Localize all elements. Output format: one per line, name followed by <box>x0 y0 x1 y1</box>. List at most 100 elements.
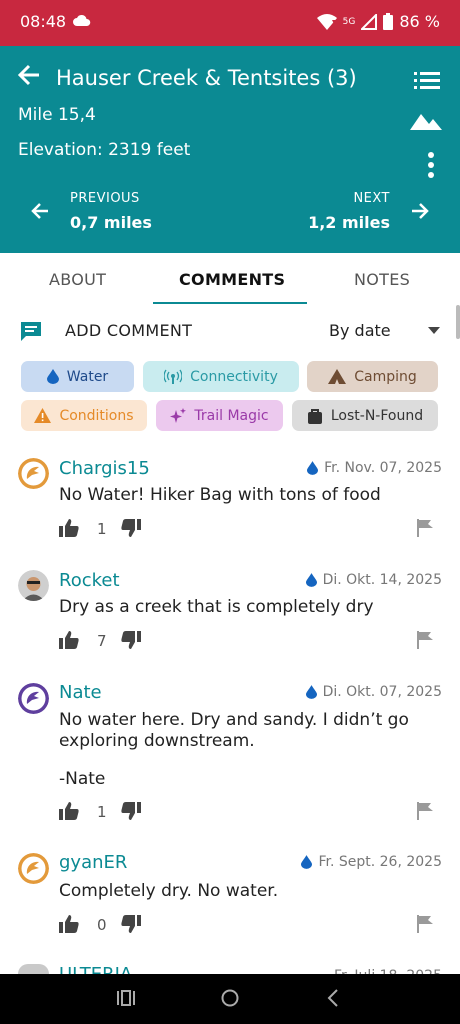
chevron-down-icon[interactable] <box>428 327 440 334</box>
tab-about[interactable]: ABOUT <box>49 270 106 289</box>
chip-label: Lost-N-Found <box>330 407 424 424</box>
comment-author[interactable]: Nate <box>59 682 102 703</box>
next-label[interactable]: NEXT <box>353 191 390 206</box>
back-arrow-icon[interactable] <box>16 62 42 88</box>
thumbs-up-icon[interactable] <box>59 519 79 537</box>
thumbs-down-icon[interactable] <box>121 915 141 933</box>
water-drop-icon <box>46 369 59 384</box>
previous-label[interactable]: PREVIOUS <box>70 191 140 206</box>
water-drop-icon <box>301 855 313 869</box>
backpack-icon <box>307 408 322 424</box>
sort-select[interactable]: By date <box>329 321 391 340</box>
chip-connectivity[interactable]: Connectivity <box>143 361 299 392</box>
comment-item: Chargis15 Fr. Nov. 07, 2025 No Water! Hi… <box>0 454 460 554</box>
mile-marker: Mile 15,4 <box>18 105 96 125</box>
comment-signature: -Nate <box>59 769 106 789</box>
water-drop-icon <box>307 461 319 475</box>
elevation: Elevation: 2319 feet <box>18 140 191 160</box>
comment-date: Fr. Nov. 07, 2025 <box>307 460 442 476</box>
thumbs-up-icon[interactable] <box>59 802 79 820</box>
chip-water[interactable]: Water <box>21 361 134 392</box>
home-icon[interactable] <box>221 989 239 1007</box>
comment-icon[interactable] <box>19 320 43 342</box>
tab-comments[interactable]: COMMENTS <box>179 270 285 289</box>
cloud-icon <box>73 14 91 26</box>
comment-author[interactable]: Rocket <box>59 570 120 591</box>
avatar <box>18 853 49 884</box>
comment-date-text: Fr. Sept. 26, 2025 <box>318 854 442 870</box>
chip-lost-n-found[interactable]: Lost-N-Found <box>292 400 438 431</box>
thumbs-down-icon[interactable] <box>121 802 141 820</box>
next-arrow-icon[interactable] <box>410 201 430 221</box>
thumbs-down-icon[interactable] <box>121 631 141 649</box>
thumbs-up-icon[interactable] <box>59 631 79 649</box>
antenna-icon <box>164 369 183 384</box>
active-tab-indicator <box>153 302 307 304</box>
comment-date: Di. Okt. 07, 2025 <box>305 684 442 700</box>
comment-item: Nate Di. Okt. 07, 2025 No water here. Dr… <box>0 678 460 838</box>
more-options-icon[interactable] <box>428 152 434 178</box>
comment-date-text: Fr. Nov. 07, 2025 <box>324 460 442 476</box>
list-menu-icon[interactable] <box>414 70 440 90</box>
back-nav-icon[interactable] <box>327 989 339 1007</box>
next-distance[interactable]: 1,2 miles <box>308 213 390 232</box>
comment-body: Completely dry. No water. <box>59 881 279 901</box>
comment-body: Dry as a creek that is completely dry <box>59 597 374 617</box>
tent-icon <box>328 369 347 384</box>
battery-icon <box>383 13 394 30</box>
comment-date-text: Di. Okt. 07, 2025 <box>322 684 442 700</box>
like-count: 1 <box>97 520 107 538</box>
comment-actions: 1 <box>59 517 439 541</box>
thumbs-up-icon[interactable] <box>59 915 79 933</box>
signal-icon <box>361 13 378 30</box>
flag-icon[interactable] <box>417 802 433 820</box>
chip-conditions[interactable]: Conditions <box>21 400 147 431</box>
avatar <box>18 964 49 974</box>
chip-label: Camping <box>354 368 417 385</box>
comment-item: gyanER Fr. Sept. 26, 2025 Completely dry… <box>0 849 460 949</box>
add-comment-button[interactable]: ADD COMMENT <box>65 321 192 340</box>
previous-distance[interactable]: 0,7 miles <box>70 213 152 232</box>
avatar <box>18 683 49 714</box>
comment-author[interactable]: ULTERIA <box>59 962 132 974</box>
comment-item: Rocket Di. Okt. 14, 2025 Dry as a creek … <box>0 566 460 666</box>
avatar <box>18 458 49 489</box>
flag-icon[interactable] <box>417 519 433 537</box>
tab-bar: ABOUT COMMENTS NOTES <box>0 253 460 305</box>
network-type: 5G <box>342 16 356 27</box>
chip-camping[interactable]: Camping <box>307 361 438 392</box>
thumbs-down-icon[interactable] <box>121 519 141 537</box>
chip-label: Trail Magic <box>194 407 269 424</box>
comment-date-text: Fr. Juli 18, 2025 <box>334 964 442 974</box>
system-nav-bar <box>0 974 460 1024</box>
comment-author[interactable]: gyanER <box>59 852 127 873</box>
comment-date: Fr. Sept. 26, 2025 <box>301 854 442 870</box>
previous-arrow-icon[interactable] <box>30 201 50 221</box>
sparkle-icon <box>170 407 187 423</box>
comment-date: Di. Okt. 14, 2025 <box>305 572 442 588</box>
recent-apps-icon[interactable] <box>117 989 135 1007</box>
page-title: Hauser Creek & Tentsites (3) <box>56 66 357 90</box>
waypoint-header: Hauser Creek & Tentsites (3) Mile 15,4 E… <box>0 46 460 253</box>
add-comment-row: ADD COMMENT By date <box>0 316 460 346</box>
flag-icon[interactable] <box>417 631 433 649</box>
tab-notes[interactable]: NOTES <box>354 270 410 289</box>
like-count: 0 <box>97 916 107 934</box>
status-time: 08:48 <box>20 12 67 31</box>
flag-icon[interactable] <box>417 915 433 933</box>
mountain-icon[interactable] <box>410 110 442 130</box>
status-bar: 08:48 5G 86 % <box>0 0 460 46</box>
comment-date-text: Di. Okt. 14, 2025 <box>322 572 442 588</box>
comment-actions: 1 <box>59 800 439 824</box>
comment-author[interactable]: Chargis15 <box>59 458 150 479</box>
avatar <box>18 570 49 601</box>
chip-label: Connectivity <box>190 368 278 385</box>
battery-level: 86 % <box>399 12 440 31</box>
warning-icon <box>34 408 52 423</box>
comment-actions: 7 <box>59 629 439 653</box>
chip-label: Conditions <box>59 407 134 424</box>
water-drop-icon <box>305 685 317 699</box>
like-count: 7 <box>97 632 107 650</box>
like-count: 1 <box>97 803 107 821</box>
chip-trail-magic[interactable]: Trail Magic <box>156 400 283 431</box>
